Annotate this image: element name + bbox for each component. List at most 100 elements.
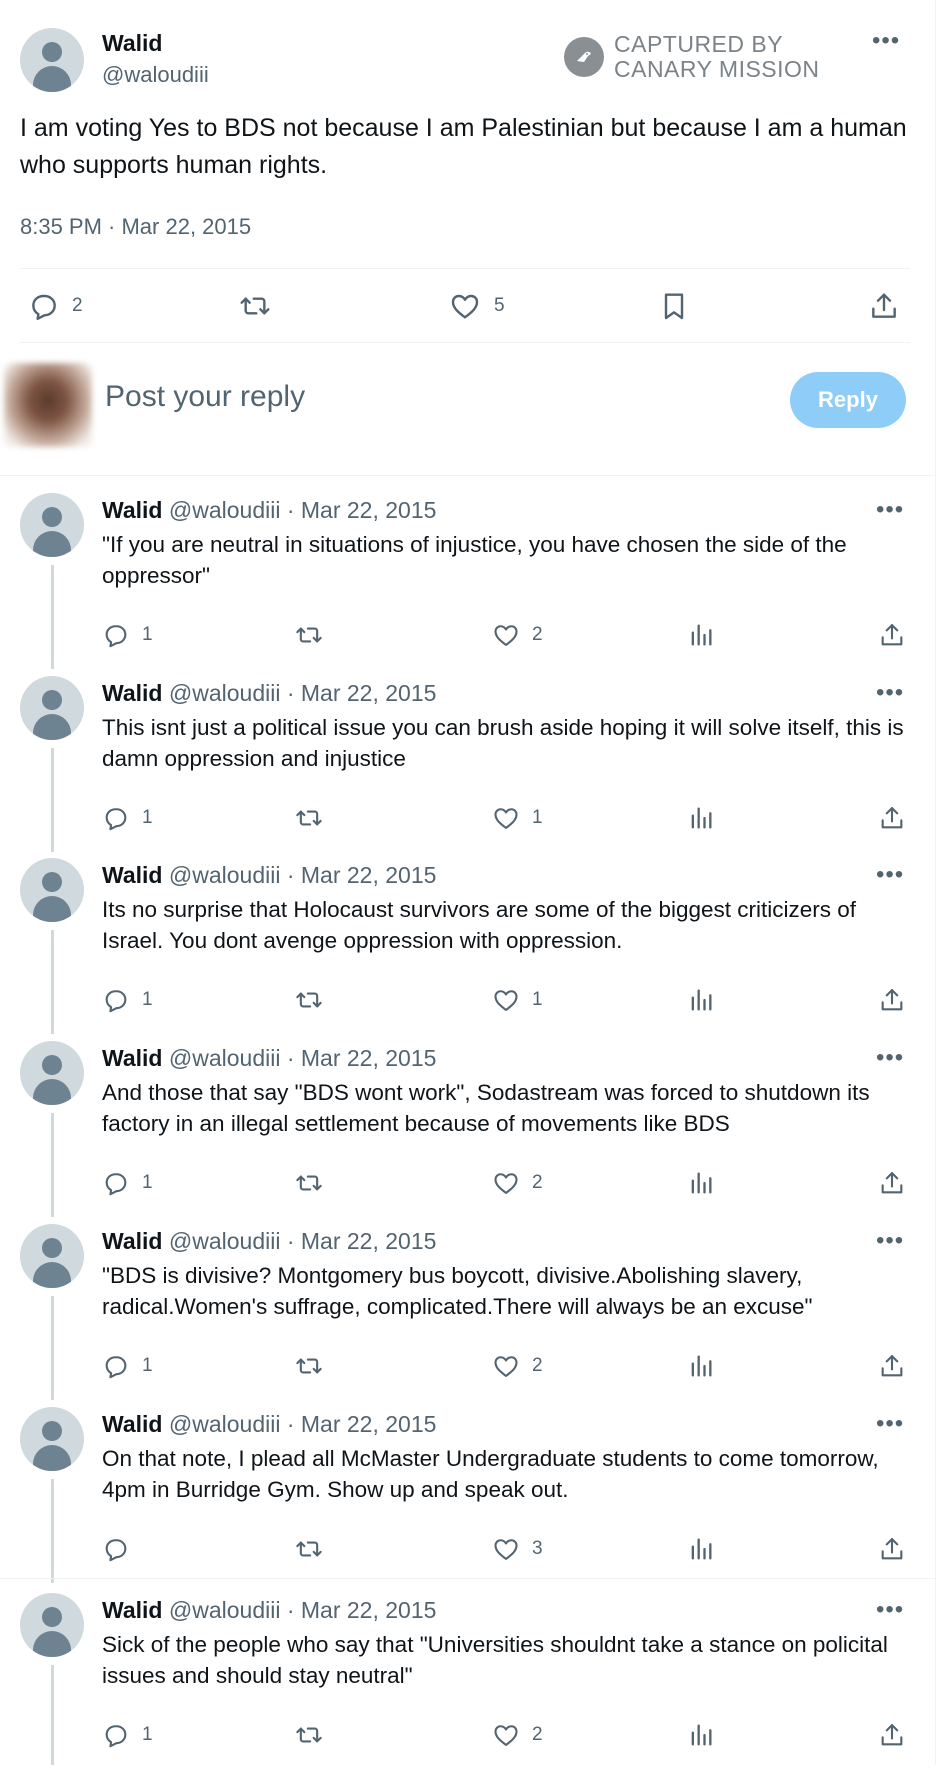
avatar[interactable]: [20, 858, 84, 922]
retweet-button[interactable]: [294, 1535, 324, 1563]
divider: [0, 1578, 935, 1579]
divider: [20, 268, 910, 269]
retweet-button[interactable]: [294, 986, 324, 1014]
like-button[interactable]: 2: [492, 1169, 543, 1197]
reply-button[interactable]: 1: [102, 621, 153, 649]
share-icon: [881, 1355, 903, 1377]
views-button[interactable]: [687, 1535, 715, 1563]
reply-submit-button[interactable]: Reply: [790, 372, 906, 428]
reply-button[interactable]: 1: [102, 1352, 153, 1380]
views-button[interactable]: [687, 986, 715, 1014]
retweet-button[interactable]: [238, 290, 272, 322]
author-meta[interactable]: @waloudiii · Mar 22, 2015: [169, 862, 437, 888]
views-icon: [691, 1172, 712, 1194]
more-icon[interactable]: •••: [876, 1412, 904, 1436]
more-icon[interactable]: •••: [872, 29, 900, 53]
divider: [20, 342, 910, 343]
like-count: 2: [532, 1172, 543, 1193]
retweet-button[interactable]: [294, 621, 324, 649]
like-button[interactable]: 2: [492, 621, 543, 649]
author-meta[interactable]: @waloudiii · Mar 22, 2015: [169, 1597, 437, 1623]
share-button[interactable]: [878, 621, 906, 649]
reply-button[interactable]: [102, 1535, 142, 1563]
reply-button[interactable]: 1: [102, 1169, 153, 1197]
author-handle[interactable]: @waloudiii: [102, 62, 209, 88]
thread-tweet[interactable]: Walid @waloudiii · Mar 22, 2015 ••• Its …: [0, 858, 935, 1034]
main-tweet-timestamp[interactable]: 8:35 PM · Mar 22, 2015: [20, 214, 251, 240]
more-icon[interactable]: •••: [876, 1598, 904, 1622]
reply-count: 1: [142, 989, 153, 1010]
avatar[interactable]: [20, 1593, 84, 1657]
tweet-text: On that note, I plead all McMaster Under…: [102, 1446, 879, 1502]
views-button[interactable]: [687, 1352, 715, 1380]
author-name[interactable]: Walid: [102, 862, 162, 888]
more-icon[interactable]: •••: [876, 1229, 904, 1253]
share-button[interactable]: [878, 1535, 906, 1563]
avatar[interactable]: [20, 1224, 84, 1288]
heart-icon: [494, 1356, 518, 1377]
reply-icon: [105, 808, 127, 831]
retweet-button[interactable]: [294, 1352, 324, 1380]
views-button[interactable]: [687, 1721, 715, 1749]
views-icon: [691, 1724, 712, 1746]
thread-tweet[interactable]: Walid @waloudiii · Mar 22, 2015 ••• This…: [0, 676, 935, 852]
author-meta[interactable]: @waloudiii · Mar 22, 2015: [169, 680, 437, 706]
like-button[interactable]: 5: [448, 290, 505, 322]
reply-input[interactable]: Post your reply: [105, 380, 305, 414]
author-name[interactable]: Walid: [102, 1597, 162, 1623]
share-button[interactable]: [878, 1352, 906, 1380]
avatar[interactable]: [20, 493, 84, 557]
like-count: 1: [532, 989, 543, 1010]
like-button[interactable]: 3: [492, 1535, 543, 1563]
thread-tweet[interactable]: Walid @waloudiii · Mar 22, 2015 ••• And …: [0, 1041, 935, 1217]
author-meta[interactable]: @waloudiii · Mar 22, 2015: [169, 1045, 437, 1071]
views-button[interactable]: [687, 621, 715, 649]
more-icon[interactable]: •••: [876, 1046, 904, 1070]
thread-tweet[interactable]: Walid @waloudiii · Mar 22, 2015 ••• Sick…: [0, 1593, 935, 1769]
like-button[interactable]: 1: [492, 986, 543, 1014]
reply-icon: [105, 1356, 127, 1379]
like-button[interactable]: 2: [492, 1721, 543, 1749]
views-button[interactable]: [687, 1169, 715, 1197]
avatar[interactable]: [20, 1041, 84, 1105]
retweet-button[interactable]: [294, 1169, 324, 1197]
author-meta[interactable]: @waloudiii · Mar 22, 2015: [169, 497, 437, 523]
thread-tweet[interactable]: Walid @waloudiii · Mar 22, 2015 ••• "BDS…: [0, 1224, 935, 1400]
author-name[interactable]: Walid: [102, 1411, 162, 1437]
bookmark-button[interactable]: [658, 290, 690, 322]
more-icon[interactable]: •••: [876, 498, 904, 522]
retweet-button[interactable]: [294, 1721, 324, 1749]
avatar[interactable]: [20, 1407, 84, 1471]
author-name[interactable]: Walid: [102, 497, 162, 523]
author-name[interactable]: Walid: [102, 680, 162, 706]
like-button[interactable]: 1: [492, 804, 543, 832]
user-avatar[interactable]: [4, 363, 92, 447]
share-button[interactable]: [878, 1721, 906, 1749]
share-button[interactable]: [878, 1169, 906, 1197]
avatar[interactable]: [20, 28, 84, 92]
more-icon[interactable]: •••: [876, 681, 904, 705]
share-button[interactable]: [868, 290, 900, 322]
share-button[interactable]: [878, 804, 906, 832]
tweet-actions: 1 2: [102, 1169, 910, 1209]
views-icon: [691, 1355, 712, 1377]
thread-tweet[interactable]: Walid @waloudiii · Mar 22, 2015 ••• "If …: [0, 493, 935, 669]
share-icon: [881, 807, 903, 829]
views-button[interactable]: [687, 804, 715, 832]
share-button[interactable]: [878, 986, 906, 1014]
author-name[interactable]: Walid: [102, 1045, 162, 1071]
reply-button[interactable]: 2: [28, 290, 83, 322]
thread-tweet[interactable]: Walid @waloudiii · Mar 22, 2015 ••• On t…: [0, 1407, 935, 1583]
avatar[interactable]: [20, 676, 84, 740]
retweet-icon: [296, 1358, 322, 1374]
retweet-button[interactable]: [294, 804, 324, 832]
reply-button[interactable]: 1: [102, 986, 153, 1014]
author-name[interactable]: Walid: [102, 30, 162, 57]
author-name[interactable]: Walid: [102, 1228, 162, 1254]
author-meta[interactable]: @waloudiii · Mar 22, 2015: [169, 1411, 437, 1437]
like-button[interactable]: 2: [492, 1352, 543, 1380]
author-meta[interactable]: @waloudiii · Mar 22, 2015: [169, 1228, 437, 1254]
reply-button[interactable]: 1: [102, 1721, 153, 1749]
reply-button[interactable]: 1: [102, 804, 153, 832]
more-icon[interactable]: •••: [876, 863, 904, 887]
